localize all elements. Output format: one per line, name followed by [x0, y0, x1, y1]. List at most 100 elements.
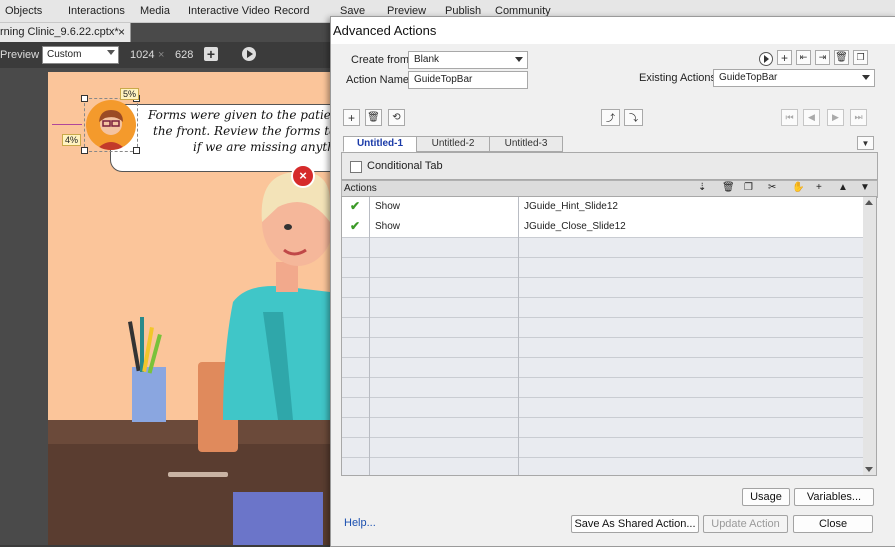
table-row[interactable] [342, 457, 864, 475]
file-tab-name: rning Clinic_9.6.22.cptx* [0, 26, 119, 38]
close-button[interactable]: Close [793, 515, 873, 533]
file-tab[interactable]: rning Clinic_9.6.22.cptx* × [0, 23, 131, 42]
existing-actions-dropdown[interactable]: GuideTopBar [713, 69, 875, 87]
table-row[interactable] [342, 297, 864, 318]
dialog-title: Advanced Actions [333, 23, 437, 38]
prev-decision-icon[interactable]: ◀ [803, 109, 820, 126]
menu-interactive-video[interactable]: Interactive Video [188, 5, 270, 17]
existing-actions-label: Existing Actions: [639, 72, 720, 84]
insert-above-icon[interactable]: + [816, 182, 822, 193]
table-row[interactable] [342, 337, 864, 358]
guide-line [52, 124, 82, 125]
position-badge-top: 5% [120, 88, 140, 100]
table-row[interactable]: ✔ Show JGuide_Close_Slide12 [342, 217, 864, 238]
preview-label: Preview [0, 49, 40, 61]
tab-untitled-2[interactable]: Untitled-2 [416, 136, 490, 152]
close-badge-icon[interactable]: × [291, 164, 315, 188]
save-as-shared-action-button[interactable]: Save As Shared Action... [571, 515, 699, 533]
first-decision-icon[interactable]: ⏮ [781, 109, 798, 126]
table-row[interactable] [342, 257, 864, 278]
chevron-down-icon [862, 75, 870, 80]
usage-button[interactable]: Usage [742, 488, 790, 506]
close-icon[interactable]: × [118, 25, 125, 39]
import-icon[interactable]: ⇤ [796, 50, 811, 65]
grid-scrollbar[interactable] [863, 196, 877, 476]
export-icon[interactable]: ⇥ [815, 50, 830, 65]
actions-grid: ✔ Show JGuide_Hint_Slide12 ✔ Show JGuide… [341, 196, 865, 476]
selection-box[interactable] [84, 98, 138, 152]
action-name-input[interactable]: GuideTopBar [408, 71, 528, 89]
add-icon[interactable]: + [204, 47, 218, 61]
paste-decision-icon[interactable]: ⤵ [624, 109, 643, 126]
copy-row-icon[interactable]: ❐ [744, 182, 753, 193]
table-row[interactable] [342, 357, 864, 378]
update-action-button[interactable]: Update Action [703, 515, 788, 533]
resize-handle[interactable] [81, 147, 88, 154]
create-from-dropdown[interactable]: Blank [408, 51, 528, 69]
menu-media[interactable]: Media [140, 5, 170, 17]
cut-row-icon[interactable]: ✂ [768, 182, 776, 193]
table-row[interactable] [342, 397, 864, 418]
action-name-value: GuideTopBar [414, 74, 473, 85]
create-from-value: Blank [414, 54, 440, 65]
row-action[interactable]: Show [375, 201, 400, 212]
delete-row-icon[interactable]: 🗑 [722, 182, 735, 193]
speech-text-line-3: if we are missing anythi [193, 140, 330, 154]
table-row[interactable] [342, 437, 864, 458]
last-decision-icon[interactable]: ⏭ [850, 109, 867, 126]
tabs-menu-icon[interactable]: ▼ [857, 136, 874, 150]
next-decision-icon[interactable]: ▶ [827, 109, 844, 126]
actions-header-label: Actions [344, 183, 377, 194]
duplicate-action-icon[interactable]: ❐ [853, 50, 868, 65]
column-divider [518, 197, 519, 475]
dialog-title-bar: Advanced Actions [331, 17, 895, 44]
speech-text-line-1: Forms were given to the patient [148, 108, 330, 122]
table-row[interactable] [342, 417, 864, 438]
paste-row-icon[interactable]: ✋ [792, 182, 804, 193]
delete-action-icon[interactable]: 🗑 [834, 50, 849, 65]
row-action[interactable]: Show [375, 221, 400, 232]
height-value[interactable]: 628 [175, 49, 193, 61]
move-down-icon[interactable]: ▼ [860, 182, 870, 193]
position-badge-left: 4% [62, 134, 82, 146]
cut-decision-icon[interactable]: ⤴ [601, 109, 620, 126]
action-name-label: Action Name: [346, 74, 413, 86]
resize-handle[interactable] [81, 95, 88, 102]
chevron-down-icon [515, 57, 523, 62]
add-action-icon[interactable]: + [777, 50, 792, 65]
check-icon: ✔ [350, 199, 361, 213]
help-link[interactable]: Help... [344, 517, 376, 529]
menu-record[interactable]: Record [274, 5, 309, 17]
create-from-label: Create from: [351, 54, 413, 66]
preview-action-icon[interactable] [759, 52, 773, 66]
column-divider [369, 197, 370, 475]
duplicate-decision-icon[interactable]: ⟲ [388, 109, 405, 126]
menu-interactions[interactable]: Interactions [68, 5, 125, 17]
table-row[interactable] [342, 277, 864, 298]
delete-decision-icon[interactable]: 🗑 [365, 109, 382, 126]
table-row[interactable]: ✔ Show JGuide_Hint_Slide12 [342, 197, 864, 218]
variables-button[interactable]: Variables... [794, 488, 874, 506]
slide[interactable]: Forms were given to the patient the fron… [48, 72, 330, 545]
check-icon: ✔ [350, 219, 361, 233]
table-row[interactable] [342, 317, 864, 338]
conditional-tab-checkbox[interactable] [350, 161, 362, 173]
tab-panel: Conditional Tab [341, 152, 878, 180]
existing-actions-value: GuideTopBar [719, 72, 778, 83]
resize-handle[interactable] [133, 147, 140, 154]
play-icon[interactable] [242, 47, 256, 61]
width-value[interactable]: 1024 [130, 49, 154, 61]
move-up-icon[interactable]: ▲ [838, 182, 848, 193]
menu-objects[interactable]: Objects [5, 5, 42, 17]
table-row[interactable] [342, 377, 864, 398]
size-preset-dropdown[interactable]: Custom [42, 46, 119, 64]
add-decision-icon[interactable]: + [343, 109, 360, 126]
speech-text-line-2: the front. Review the forms to s [153, 124, 330, 138]
row-target[interactable]: JGuide_Hint_Slide12 [524, 201, 618, 212]
tab-untitled-1[interactable]: Untitled-1 [343, 136, 417, 152]
table-row[interactable] [342, 237, 864, 258]
advanced-actions-dialog: Advanced Actions Create from: Blank Acti… [330, 16, 895, 547]
insert-row-icon[interactable]: ⇣ [698, 182, 706, 193]
tab-untitled-3[interactable]: Untitled-3 [489, 136, 563, 152]
row-target[interactable]: JGuide_Close_Slide12 [524, 221, 626, 232]
